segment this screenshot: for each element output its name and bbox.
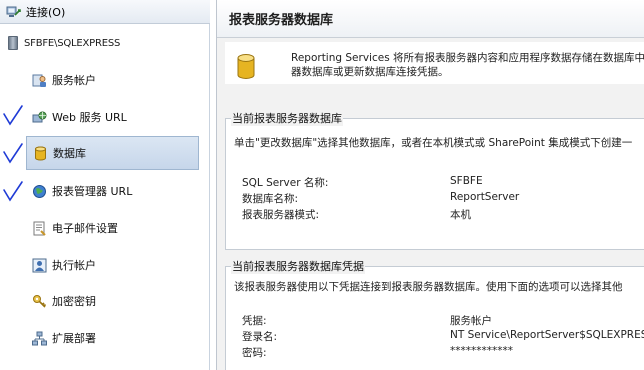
credential-type-value: 服务帐户 [450,315,492,327]
page-title: 报表服务器数据库 [217,0,644,38]
nav-item-service-account[interactable]: 服务帐户 [26,63,199,97]
nav-item-label: 扩展部署 [52,332,96,345]
connect-button[interactable]: 连接(O) [0,0,210,24]
database-icon [237,54,255,79]
group-description: 单击"更改数据库"选择其他数据库，或者在本机模式或 SharePoint 集成模… [234,137,633,149]
web-service-icon [32,110,47,125]
nav-item-label: 服务帐户 [52,74,96,87]
content-pane: 报表服务器数据库 Reporting Services 将所有报表服务器内容和应… [216,0,644,370]
login-name-label: 登录名: [242,331,278,343]
server-mode-value: 本机 [450,209,471,221]
service-account-icon [32,73,47,88]
database-credentials-group: 该报表服务器使用以下凭据连接到报表服务器数据库。使用下面的选项可以选择其他 凭据… [225,258,644,370]
nav-item-email-settings[interactable]: 电子邮件设置 [26,211,199,245]
nav-item-label: 报表管理器 URL [52,185,133,198]
nav-item-report-manager-url[interactable]: 报表管理器 URL [26,174,199,208]
execution-account-icon [32,258,47,273]
login-name-value: NT Service\ReportServer$SQLEXPRESS [450,329,644,341]
globe-icon [32,184,47,199]
password-label: 密码: [242,347,267,359]
server-name: SFBFE\SQLEXPRESS [24,37,121,49]
nav-item-encryption-keys[interactable]: 加密密钥 [26,284,199,318]
database-name-label: 数据库名称: [242,193,299,205]
intro-line-1: Reporting Services 将所有报表服务器内容和应用程序数据存储在数… [291,52,644,64]
credential-type-label: 凭据: [242,315,267,327]
checkmark-icon [3,143,23,164]
email-icon [32,221,47,236]
server-mode-label: 报表服务器模式: [242,209,320,221]
server-node[interactable]: SFBFE\SQLEXPRESS [8,36,120,50]
intro-text: Reporting Services 将所有报表服务器内容和应用程序数据存储在数… [291,51,644,79]
group-title: 当前报表服务器数据库凭据 [231,258,365,274]
intro-line-2: 器数据库或更新数据库连接凭据。 [291,66,449,78]
nav-item-label: 执行帐户 [52,259,96,272]
server-icon [8,36,18,50]
sql-server-name-value: SFBFE [450,175,483,187]
nav-item-label: 加密密钥 [52,295,96,308]
sql-server-name-label: SQL Server 名称: [242,177,329,189]
database-name-value: ReportServer [450,191,520,203]
scale-out-icon [32,331,47,346]
nav-item-label: 数据库 [53,147,86,160]
database-icon [33,146,48,161]
password-value: ************ [450,345,513,357]
nav-item-execution-account[interactable]: 执行帐户 [26,248,199,282]
connect-label: 连接(O) [26,5,66,19]
current-database-group: 单击"更改数据库"选择其他数据库，或者在本机模式或 SharePoint 集成模… [225,110,644,250]
checkmark-icon [3,105,23,126]
nav-item-label: Web 服务 URL [52,111,127,124]
group-box: 该报表服务器使用以下凭据连接到报表服务器数据库。使用下面的选项可以选择其他 凭据… [225,266,644,370]
group-box: 单击"更改数据库"选择其他数据库，或者在本机模式或 SharePoint 集成模… [225,118,644,250]
intro-panel: Reporting Services 将所有报表服务器内容和应用程序数据存储在数… [225,42,644,84]
nav-item-scale-out[interactable]: 扩展部署 [26,321,199,355]
key-icon [32,294,47,309]
nav-item-web-service-url[interactable]: Web 服务 URL [26,100,199,134]
nav-item-database[interactable]: 数据库 [26,136,199,170]
nav-item-label: 电子邮件设置 [52,222,118,235]
group-title: 当前报表服务器数据库 [231,110,343,126]
group-description: 该报表服务器使用以下凭据连接到报表服务器数据库。使用下面的选项可以选择其他 [234,281,623,293]
navigation-pane: 连接(O) SFBFE\SQLEXPRESS 服务帐户 Web 服务 URL 数… [0,0,210,370]
connect-icon [6,4,22,20]
checkmark-icon [3,181,23,202]
